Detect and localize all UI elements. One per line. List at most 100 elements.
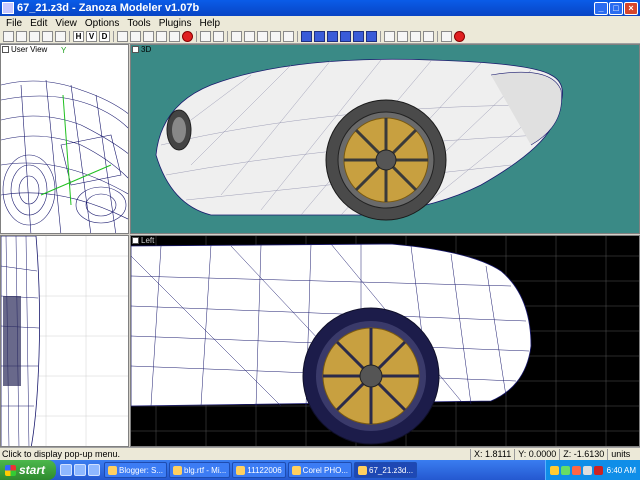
view-d-button[interactable]: D <box>99 31 110 42</box>
perspective-viewport[interactable]: 3D <box>130 44 640 234</box>
windows-logo-icon <box>5 464 16 476</box>
create-cylinder-icon[interactable] <box>327 31 338 42</box>
menu-edit[interactable]: Edit <box>26 18 51 29</box>
start-label: start <box>19 463 46 477</box>
tray-icon[interactable] <box>571 465 581 475</box>
left-viewport[interactable]: Left <box>130 235 640 447</box>
car-left-view <box>131 236 639 446</box>
task-zanoza[interactable]: 67_21.z3d... <box>354 462 418 478</box>
minimize-button[interactable]: _ <box>594 1 608 15</box>
create-cone-icon[interactable] <box>340 31 351 42</box>
browser-icon <box>108 465 117 475</box>
task-corel[interactable]: Corel PHO... <box>287 462 353 478</box>
maximize-button[interactable]: □ <box>609 1 623 15</box>
task-blogger[interactable]: Blogger: S... <box>104 462 168 478</box>
view-h-button[interactable]: H <box>73 31 84 42</box>
task-folder[interactable]: 11122006 <box>232 462 286 478</box>
folder-icon <box>236 465 246 475</box>
zanoza-modeler-window: 67_21.z3d - Zanoza Modeler v1.07b _ □ × … <box>0 0 640 480</box>
task-label: 67_21.z3d... <box>369 465 414 475</box>
menu-tools[interactable]: Tools <box>123 18 154 29</box>
zoom-icon[interactable] <box>231 31 242 42</box>
view-v-button[interactable]: V <box>86 31 97 42</box>
rotate-icon[interactable] <box>397 31 408 42</box>
user-view-viewport[interactable]: User View Y <box>0 44 129 234</box>
task-label: 11122006 <box>247 465 282 475</box>
cube-wire-icon[interactable] <box>143 31 154 42</box>
new-file-icon[interactable] <box>3 31 14 42</box>
scale-icon[interactable] <box>410 31 421 42</box>
app-icon[interactable] <box>2 2 14 14</box>
zoom-extents-icon[interactable] <box>270 31 281 42</box>
cube-solid-icon[interactable] <box>156 31 167 42</box>
security-alert-icon[interactable] <box>593 465 603 475</box>
close-button[interactable]: × <box>624 1 638 15</box>
media-player-icon[interactable] <box>88 464 100 476</box>
volume-icon[interactable] <box>582 465 592 475</box>
save-as-icon[interactable] <box>42 31 53 42</box>
menu-help[interactable]: Help <box>196 18 225 29</box>
create-sphere-icon[interactable] <box>314 31 325 42</box>
toolbar-separator <box>437 31 438 42</box>
car-3d-render <box>155 58 563 221</box>
viewport-menu-icon[interactable] <box>132 46 139 53</box>
viewport-menu-icon[interactable] <box>2 46 9 53</box>
create-torus-icon[interactable] <box>353 31 364 42</box>
axis-icon[interactable] <box>117 31 128 42</box>
toolbar-separator <box>69 31 70 42</box>
menu-plugins[interactable]: Plugins <box>155 18 196 29</box>
system-tray: 6:40 AM <box>544 460 640 480</box>
user-view-wireframe <box>1 79 128 233</box>
task-label: Blogger: S... <box>119 465 164 475</box>
quick-launch <box>56 464 104 476</box>
browser-icon[interactable] <box>60 464 72 476</box>
toolbar-separator <box>227 31 228 42</box>
viewport-menu-icon[interactable] <box>132 237 139 244</box>
create-plane-icon[interactable] <box>366 31 377 42</box>
select-circle-icon[interactable] <box>213 31 224 42</box>
cube-icon[interactable] <box>130 31 141 42</box>
title-bar[interactable]: 67_21.z3d - Zanoza Modeler v1.07b _ □ × <box>0 0 640 16</box>
toolbar-separator <box>380 31 381 42</box>
tray-icon[interactable] <box>560 465 570 475</box>
z-plugin-icon[interactable] <box>454 31 465 42</box>
viewport-label: Left <box>141 236 155 245</box>
units-label: units <box>607 448 633 460</box>
task-blg-rtf[interactable]: blg.rtf - Mi... <box>169 462 231 478</box>
viewport-label: User View <box>11 45 48 54</box>
rotate-view-icon[interactable] <box>257 31 268 42</box>
start-button[interactable]: start <box>0 460 56 480</box>
corel-icon <box>291 465 301 475</box>
create-box-icon[interactable] <box>301 31 312 42</box>
toolbar-separator <box>113 31 114 42</box>
render-sphere-icon[interactable] <box>182 31 193 42</box>
main-toolbar: H V D <box>0 30 640 44</box>
tray-icon[interactable] <box>549 465 559 475</box>
save-icon[interactable] <box>29 31 40 42</box>
menu-options[interactable]: Options <box>81 18 123 29</box>
coord-y: Y: 0.0000 <box>514 448 559 460</box>
toolbar-separator <box>196 31 197 42</box>
clock: 6:40 AM <box>606 465 636 475</box>
cube-texture-icon[interactable] <box>169 31 180 42</box>
move-icon[interactable] <box>384 31 395 42</box>
coord-x: X: 1.8111 <box>470 448 514 460</box>
menu-file[interactable]: File <box>2 18 26 29</box>
windows-taskbar: start Blogger: S... blg.rtf - Mi... 1112… <box>0 460 640 480</box>
transform-icon[interactable] <box>423 31 434 42</box>
zoom-region-icon[interactable] <box>283 31 294 42</box>
status-bar: Click to display pop-up menu. X: 1.8111 … <box>0 447 640 460</box>
select-rect-icon[interactable] <box>200 31 211 42</box>
task-label: Corel PHO... <box>302 465 349 475</box>
viewport-label: 3D <box>141 45 152 54</box>
pan-icon[interactable] <box>244 31 255 42</box>
coord-z: Z: -1.6130 <box>559 448 607 460</box>
toolbar-separator <box>297 31 298 42</box>
messenger-icon[interactable] <box>74 464 86 476</box>
front-viewport[interactable] <box>0 235 129 447</box>
document-icon <box>173 465 183 475</box>
print-icon[interactable] <box>55 31 66 42</box>
open-folder-icon[interactable] <box>16 31 27 42</box>
menu-view[interactable]: View <box>51 18 81 29</box>
grid-icon[interactable] <box>441 31 452 42</box>
